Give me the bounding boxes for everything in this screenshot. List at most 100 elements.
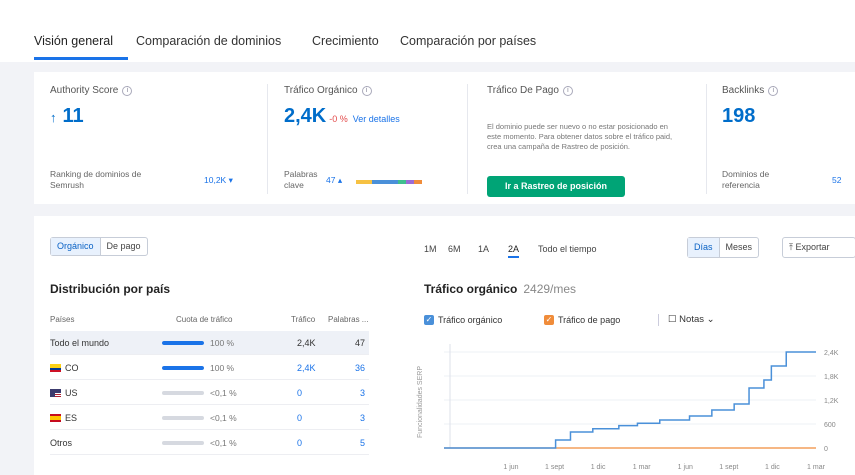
table-row[interactable]: ES <0,1 % 0 3 xyxy=(50,406,369,430)
traffic-share-bar xyxy=(162,391,204,395)
x-tick-label: 1 sept xyxy=(719,464,738,471)
y-tick-label: 0 xyxy=(824,446,828,453)
x-tick-label: 1 jun xyxy=(503,464,518,471)
traffic-share-bar xyxy=(162,416,204,420)
traffic-value[interactable]: 2,4K xyxy=(297,338,316,348)
tab-comparacion-dominios[interactable]: Comparación de dominios xyxy=(136,34,281,48)
keywords-distribution-bar xyxy=(356,180,422,184)
col-header-countries[interactable]: Países xyxy=(50,315,74,324)
traffic-value[interactable]: 0 xyxy=(297,438,302,448)
keywords-count[interactable]: 5 xyxy=(360,438,365,448)
checkbox-checked-icon: ✓ xyxy=(544,315,554,325)
traffic-value[interactable]: 2,4K xyxy=(297,363,316,373)
divider xyxy=(267,84,268,194)
y-tick-label: 600 xyxy=(824,422,836,429)
y-tick-label: 1,8K xyxy=(824,374,839,381)
keywords-count[interactable]: 3 xyxy=(360,413,365,423)
backlinks-metric: Backlinks i 198 Dominios de referencia 52 xyxy=(722,72,855,204)
traffic-share-bar xyxy=(162,366,204,370)
traffic-share: <0,1 % xyxy=(210,388,237,398)
col-header-traffic-share[interactable]: Cuota de tráfico xyxy=(176,315,232,324)
x-tick-label: 1 jun xyxy=(678,464,693,471)
table-row[interactable]: Todo el mundo 100 % 2,4K 47 xyxy=(50,331,369,355)
keywords-count[interactable]: 36 xyxy=(355,363,365,373)
table-row[interactable]: CO 100 % 2,4K 36 xyxy=(50,356,369,380)
country-distribution-title: Distribución por país xyxy=(50,282,171,296)
top-tab-bar: Visión general Comparación de dominios C… xyxy=(0,0,855,62)
keywords-count[interactable]: 47 xyxy=(355,338,365,348)
country-label: Todo el mundo xyxy=(50,338,110,348)
referring-domains-label: Dominios de referencia xyxy=(722,169,770,190)
x-tick-label: 1 sept xyxy=(545,464,564,471)
traffic-share: 100 % xyxy=(210,338,235,348)
keywords-value[interactable]: 47 ▴ xyxy=(326,175,342,186)
notes-label: Notas xyxy=(679,314,704,325)
period-all-time[interactable]: Todo el tiempo xyxy=(538,244,597,254)
keywords-count[interactable]: 3 xyxy=(360,388,365,398)
semrush-rank-label: Ranking de dominios de Semrush xyxy=(50,169,142,190)
legend-paid-label: Tráfico de pago xyxy=(558,315,621,325)
toggle-organic[interactable]: Orgánico xyxy=(51,238,101,255)
trend-up-icon: ↑ xyxy=(50,110,57,125)
x-tick-label: 1 dic xyxy=(591,464,606,471)
country-label: US xyxy=(65,388,78,398)
main-panel: Orgánico De pago Distribución por país P… xyxy=(34,216,855,475)
backlinks-label: Backlinks xyxy=(722,85,765,96)
col-header-traffic[interactable]: Tráfico xyxy=(291,315,315,324)
col-header-keywords[interactable]: Palabras ... xyxy=(328,315,368,324)
export-button[interactable]: ⤒ Exportar xyxy=(782,237,855,258)
referring-domains-value[interactable]: 52 xyxy=(832,175,841,185)
info-icon[interactable]: i xyxy=(768,85,779,96)
organic-traffic-value[interactable]: 2,4K xyxy=(284,105,326,127)
chevron-down-icon: ⌄ xyxy=(706,314,715,325)
y-tick-label: 1,2K xyxy=(824,398,839,405)
checkbox-checked-icon: ✓ xyxy=(424,315,434,325)
notes-dropdown[interactable]: ☐ Notas ⌄ xyxy=(668,314,715,325)
tab-crecimiento[interactable]: Crecimiento xyxy=(312,34,379,48)
export-label: Exportar xyxy=(795,242,830,252)
traffic-share: 100 % xyxy=(210,363,235,373)
legend-organic-label: Tráfico orgánico xyxy=(438,315,503,325)
view-details-link[interactable]: Ver detalles xyxy=(353,114,400,124)
authority-score-metric: Authority Score i ↑ 11 Ranking de dominios… xyxy=(50,72,250,204)
legend-organic[interactable]: ✓ Tráfico orgánico xyxy=(424,315,502,325)
info-icon[interactable]: i xyxy=(361,85,372,96)
flag-us-icon xyxy=(50,389,61,397)
legend-paid[interactable]: ✓ Tráfico de pago xyxy=(544,315,620,325)
tab-vision-general[interactable]: Visión general xyxy=(34,34,113,48)
country-label: ES xyxy=(65,413,78,423)
period-1m[interactable]: 1M xyxy=(424,244,437,254)
x-tick-label: 1 mar xyxy=(807,464,826,471)
granularity-days[interactable]: Días xyxy=(688,238,720,257)
info-icon[interactable]: i xyxy=(562,85,573,96)
period-1a[interactable]: 1A xyxy=(478,244,489,254)
period-6m[interactable]: 6M xyxy=(448,244,461,254)
country-name: ES xyxy=(50,413,77,423)
table-row[interactable]: Otros <0,1 % 0 5 xyxy=(50,431,369,455)
country-name: US xyxy=(50,388,78,398)
traffic-share-bar xyxy=(162,441,204,445)
traffic-value[interactable]: 0 xyxy=(297,388,302,398)
table-row[interactable]: US <0,1 % 0 3 xyxy=(50,381,369,405)
info-icon[interactable]: i xyxy=(122,85,133,96)
country-name: Todo el mundo xyxy=(50,338,109,348)
authority-score-value[interactable]: 11 xyxy=(63,105,84,127)
organic-traffic-change: -0 % xyxy=(329,114,348,124)
backlinks-value[interactable]: 198 xyxy=(722,105,755,128)
granularity-months[interactable]: Meses xyxy=(720,238,759,257)
divider xyxy=(706,84,707,194)
keywords-label: Palabras clave xyxy=(284,169,318,190)
y-axis-title: Funcionalidades SERP xyxy=(417,366,424,438)
go-to-position-tracking-button[interactable]: Ir a Rastreo de posición xyxy=(487,176,625,197)
divider xyxy=(658,314,659,326)
semrush-rank-value[interactable]: 10,2K ▾ xyxy=(204,175,233,186)
organic-traffic-label: Tráfico Orgánico xyxy=(284,85,358,96)
organic-traffic-chart: 0 600 1,2K 1,8K 2,4K 1 jun 1 sept 1 dic 1 mar 1 j… xyxy=(444,344,839,471)
traffic-value[interactable]: 0 xyxy=(297,413,302,423)
metrics-card: Authority Score i ↑ 11 Ranking de dominios… xyxy=(34,72,855,204)
toggle-paid[interactable]: De pago xyxy=(101,238,147,255)
period-2a[interactable]: 2A xyxy=(508,244,520,258)
country-name: Otros xyxy=(50,438,72,448)
tab-comparacion-paises[interactable]: Comparación por países xyxy=(400,34,536,48)
notes-icon: ☐ xyxy=(668,314,677,325)
